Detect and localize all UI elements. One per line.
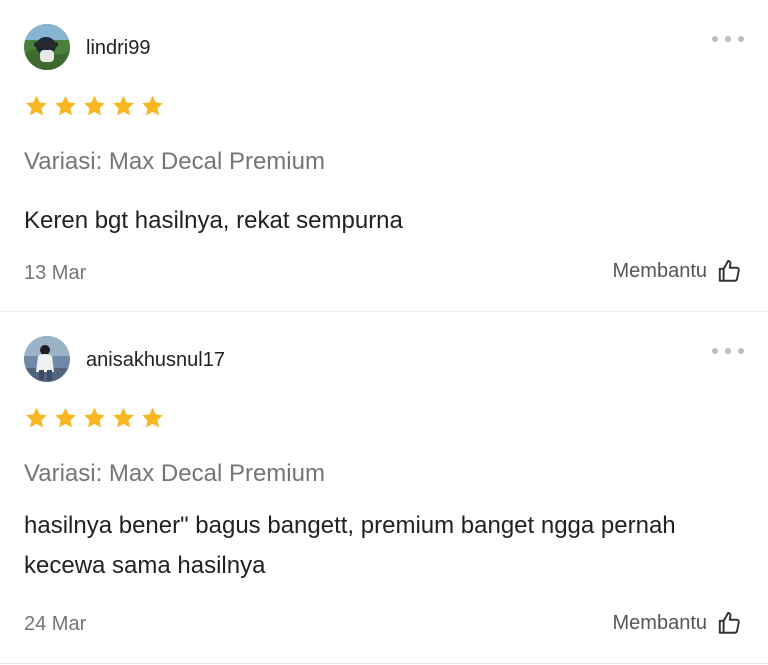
star-icon — [142, 95, 163, 116]
avatar[interactable] — [24, 336, 70, 382]
avatar[interactable] — [24, 24, 70, 70]
thumbs-up-icon — [718, 612, 740, 634]
review-item: anisakhusnul17 Variasi: Max Decal Premiu… — [0, 312, 768, 663]
star-icon — [55, 95, 76, 116]
variant-label: Variasi: Max Decal Premium — [24, 148, 325, 175]
star-icon — [26, 95, 47, 116]
avatar-image — [24, 24, 70, 70]
helpful-label: Membantu — [612, 612, 708, 634]
star-icon — [84, 407, 105, 428]
username: lindri99 — [86, 37, 151, 59]
star-icon — [113, 95, 134, 116]
review-item: lindri99 Variasi: Max Decal Premium Kere… — [0, 0, 768, 311]
helpful-button[interactable]: Membantu — [613, 610, 743, 636]
star-icon — [142, 407, 163, 428]
star-icon — [26, 407, 47, 428]
divider — [0, 663, 768, 664]
helpful-button[interactable]: Membantu — [613, 258, 743, 284]
username: anisakhusnul17 — [86, 349, 225, 371]
review-date: 13 Mar — [24, 262, 87, 284]
review-comment: Keren bgt hasilnya, rekat sempurna — [24, 207, 403, 234]
review-list: lindri99 Variasi: Max Decal Premium Kere… — [0, 0, 768, 665]
thumbs-up-icon — [718, 260, 740, 282]
helpful-label: Membantu — [612, 260, 708, 282]
review-comment: hasilnya bener" bagus bangett, premium b… — [24, 512, 676, 579]
more-options-icon[interactable] — [712, 345, 744, 357]
variant-label: Variasi: Max Decal Premium — [24, 460, 325, 487]
star-icon — [113, 407, 134, 428]
star-icon — [84, 95, 105, 116]
review-date: 24 Mar — [24, 613, 87, 635]
star-rating — [24, 406, 165, 430]
star-rating — [24, 94, 165, 118]
more-options-icon[interactable] — [712, 33, 744, 45]
avatar-image — [24, 336, 70, 382]
star-icon — [55, 407, 76, 428]
